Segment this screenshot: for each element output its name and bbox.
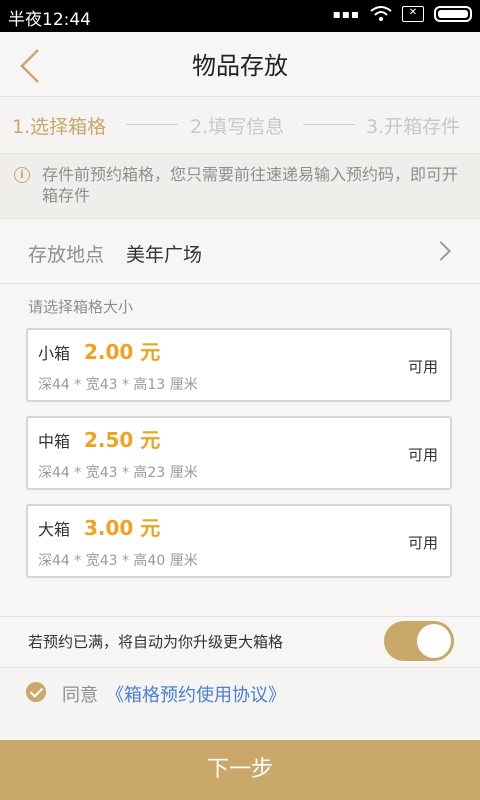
info-icon: i xyxy=(14,167,30,183)
step-1-label: 1.选择箱格 xyxy=(12,116,107,138)
section-label: 请选择箱格大小 xyxy=(28,298,134,316)
step-divider xyxy=(126,124,178,125)
box-status: 可用 xyxy=(407,446,438,464)
agreement-row: 同意 《箱格预约使用协议》 xyxy=(0,668,480,740)
location-label: 存放地点 xyxy=(28,244,105,266)
box-price: 2.00 元 xyxy=(84,340,161,364)
box-name: 小箱 xyxy=(38,344,71,363)
auto-upgrade-toggle[interactable] xyxy=(384,621,454,661)
box-dimensions: 深44 * 宽43 * 高13 厘米 xyxy=(38,377,198,393)
auto-upgrade-row: 若预约已满，将自动为你升级更大箱格 xyxy=(0,617,480,668)
box-dimensions: 深44 * 宽43 * 高40 厘米 xyxy=(38,553,198,569)
box-name: 中箱 xyxy=(38,432,71,451)
toggle-knob xyxy=(417,624,451,658)
box-status: 可用 xyxy=(407,534,438,552)
agreement-checkbox[interactable] xyxy=(26,682,46,702)
box-size-section: 请选择箱格大小 小箱 2.00 元 深44 * 宽43 * 高13 厘米 可用 … xyxy=(0,284,480,617)
box-option-large[interactable]: 大箱 3.00 元 深44 * 宽43 * 高40 厘米 可用 xyxy=(26,504,452,578)
agreement-link[interactable]: 《箱格预约使用协议》 xyxy=(106,681,286,707)
battery-icon xyxy=(434,6,472,22)
box-option-medium[interactable]: 中箱 2.50 元 深44 * 宽43 * 高23 厘米 可用 xyxy=(26,416,452,490)
box-price: 3.00 元 xyxy=(84,516,161,540)
agreement-prefix: 同意 xyxy=(62,685,98,706)
next-step-button[interactable]: 下一步 xyxy=(0,740,480,800)
auto-upgrade-label: 若预约已满，将自动为你升级更大箱格 xyxy=(28,633,284,651)
box-status: 可用 xyxy=(407,358,438,376)
step-indicator: 1.选择箱格 2.填写信息 3.开箱存件 xyxy=(0,97,480,154)
location-value: 美年广场 xyxy=(126,244,203,266)
no-sim-icon: ✕ xyxy=(402,6,424,22)
step-3-label: 3.开箱存件 xyxy=(366,116,461,138)
box-price: 2.50 元 xyxy=(84,428,161,452)
page-title: 物品存放 xyxy=(192,52,288,80)
status-icons: ▪▪▪ ✕ xyxy=(333,6,472,22)
signal-icon: ▪▪▪ xyxy=(332,7,360,21)
step-divider xyxy=(303,124,355,125)
notice-banner: i 存件前预约箱格，您只需要前往速递易输入预约码，即可开箱存件 xyxy=(0,154,480,219)
box-option-small[interactable]: 小箱 2.00 元 深44 * 宽43 * 高13 厘米 可用 xyxy=(26,328,452,402)
step-2-label: 2.填写信息 xyxy=(190,116,285,138)
top-bar: 物品存放 xyxy=(0,32,480,97)
status-bar: 半夜12:44 ▪▪▪ ✕ xyxy=(0,0,480,32)
status-time: 半夜12:44 xyxy=(8,10,91,30)
box-dimensions: 深44 * 宽43 * 高23 厘米 xyxy=(38,465,198,481)
box-name: 大箱 xyxy=(38,520,71,539)
location-selector[interactable]: 存放地点 美年广场 xyxy=(0,219,480,284)
chevron-right-icon xyxy=(431,241,451,261)
notice-text: 存件前预约箱格，您只需要前往速递易输入预约码，即可开箱存件 xyxy=(42,165,459,205)
wifi-icon xyxy=(370,6,392,21)
